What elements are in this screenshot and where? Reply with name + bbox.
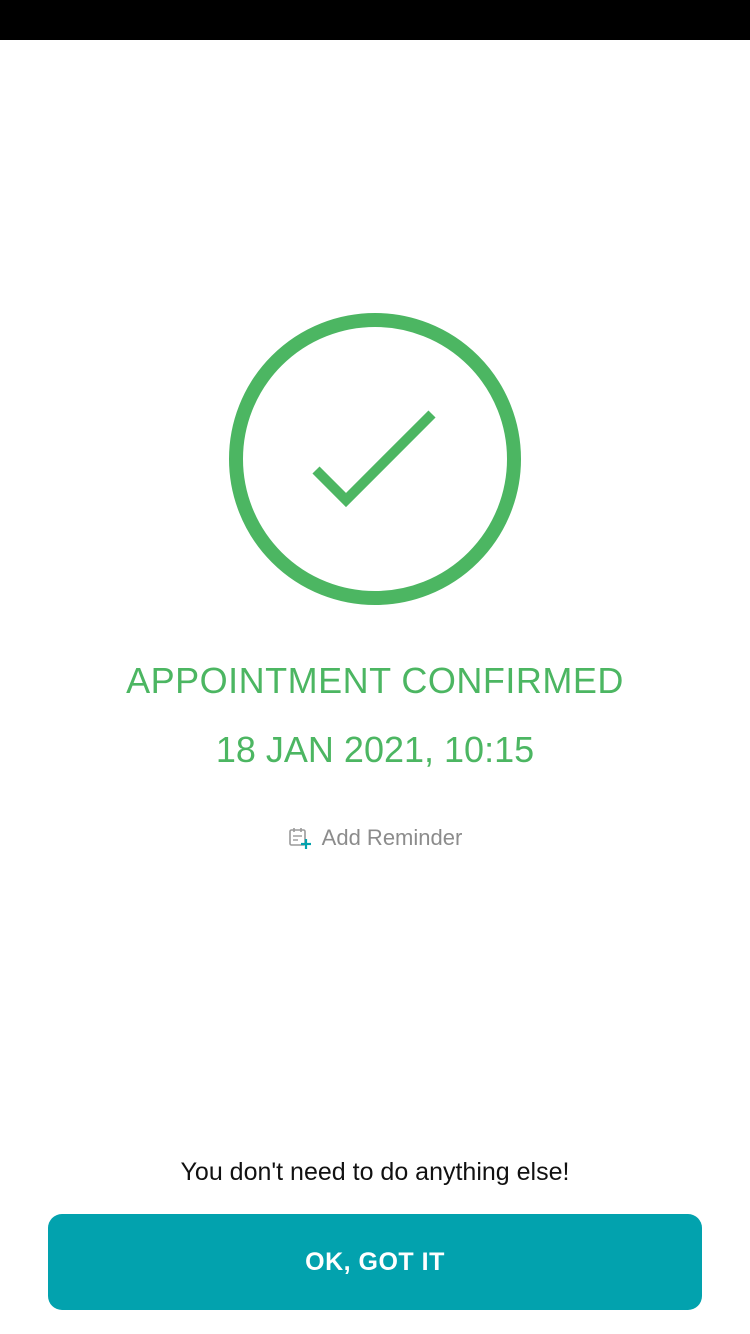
confirmation-title: APPOINTMENT CONFIRMED: [126, 660, 624, 701]
add-reminder-button[interactable]: Add Reminder: [0, 825, 750, 851]
info-text: You don't need to do anything else!: [180, 1158, 570, 1186]
calendar-add-icon: [288, 826, 312, 850]
appointment-datetime: 18 JAN 2021, 10:15: [215, 729, 535, 770]
status-bar: [0, 0, 750, 40]
ok-button-label: OK, GOT IT: [305, 1247, 445, 1276]
add-reminder-label: Add Reminder: [321, 825, 463, 850]
ok-got-it-button[interactable]: OK, GOT IT: [48, 1214, 702, 1310]
check-circle-icon: [228, 312, 522, 606]
confirmation-screen: APPOINTMENT CONFIRMED 18 JAN 2021, 10:15…: [0, 40, 750, 1334]
